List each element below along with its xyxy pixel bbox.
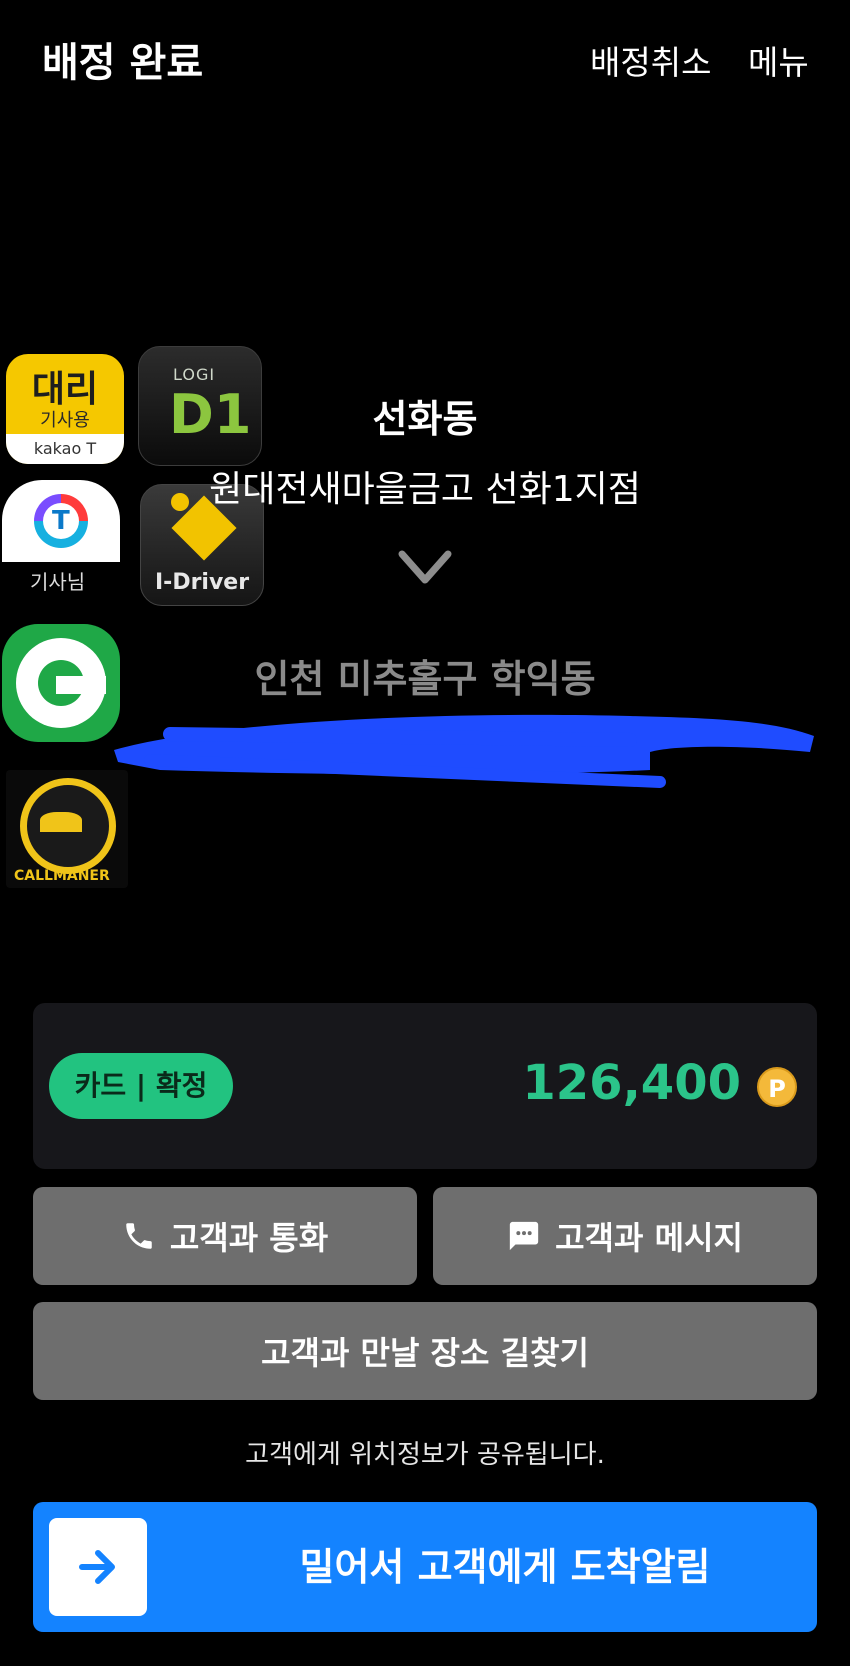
origin-name: 선화동: [372, 397, 478, 441]
page-title: 배정 완료: [42, 40, 204, 86]
chat-bubble-icon: [509, 1221, 539, 1251]
point-coin-icon: P: [757, 1067, 797, 1107]
slide-label: 밀어서 고객에게 도착알림: [299, 1545, 711, 1589]
cancel-assignment-button[interactable]: 배정취소: [590, 36, 711, 84]
message-customer-button[interactable]: 고객과 메시지: [433, 1187, 817, 1285]
arrow-right-icon: [79, 1550, 115, 1584]
location-share-notice: 고객에게 위치정보가 공유됩니다.: [245, 1440, 605, 1470]
navigate-to-meeting-point-button[interactable]: 고객과 만날 장소 길찾기: [33, 1302, 817, 1400]
navigate-label: 고객과 만날 장소 길찾기: [261, 1334, 589, 1372]
message-customer-label: 고객과 메시지: [555, 1219, 743, 1257]
app-icon-title: CALLMANER: [14, 868, 110, 884]
call-customer-button[interactable]: 고객과 통화: [33, 1187, 417, 1285]
fare-card: 카드 | 확정 126,400 P: [33, 1003, 817, 1169]
origin-address: 원대전새마을금고 선화1지점: [209, 469, 641, 510]
redaction-scribble: [114, 714, 814, 788]
destination-name: 인천 미추홀구 학익동: [254, 657, 596, 701]
payment-status-badge: 카드 | 확정: [49, 1053, 233, 1119]
steering-hub-icon: [40, 812, 82, 832]
chevron-down-icon: [398, 550, 452, 584]
app-icon-title: I-Driver: [155, 570, 250, 595]
app-icon-subtitle: LOGI: [173, 365, 216, 384]
slide-handle[interactable]: [49, 1518, 147, 1616]
app-icon-label: 기사님: [30, 570, 86, 594]
fare-amount: 126,400: [522, 1055, 741, 1111]
screen: 배정 완료 배정취소 메뉴 대리 기사용 kakao T LOGI D1 T 기…: [0, 0, 850, 1666]
call-customer-label: 고객과 통화: [169, 1219, 329, 1257]
phone-icon: [126, 1223, 152, 1249]
app-icon-glyph: T: [52, 506, 70, 536]
slide-arrival-notification[interactable]: 밀어서 고객에게 도착알림: [33, 1502, 817, 1632]
menu-button[interactable]: 메뉴: [748, 36, 809, 84]
